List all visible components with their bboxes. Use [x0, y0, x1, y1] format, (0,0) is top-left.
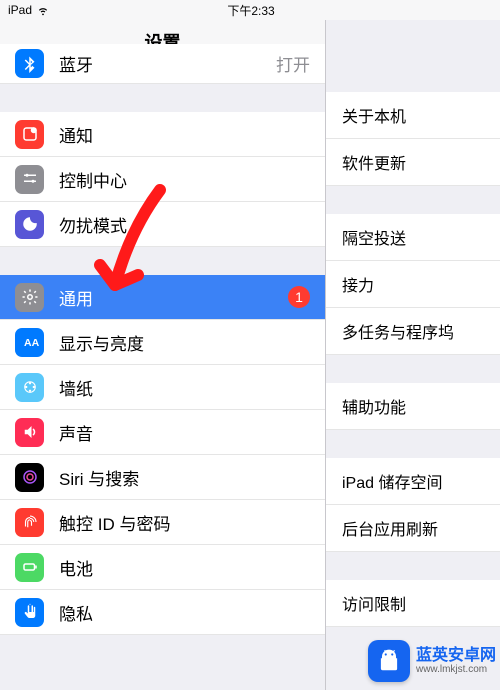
- detail-pane: 关于本机 软件更新 隔空投送 接力 多任务与程序坞 辅助功能 iPad 储存空间…: [326, 20, 500, 690]
- device-name: iPad: [8, 3, 32, 17]
- display-icon: AA: [15, 328, 44, 357]
- sidebar-item-notifications[interactable]: 通知: [0, 112, 325, 157]
- control-center-icon: [15, 165, 44, 194]
- row-value: 打开: [276, 51, 310, 76]
- sound-icon: [15, 418, 44, 447]
- row-label: 隐私: [59, 600, 310, 625]
- detail-item-about[interactable]: 关于本机: [326, 92, 500, 139]
- row-label: 墙纸: [59, 375, 310, 400]
- settings-sidebar: 设置 蓝牙 打开 通知 控制中心 勿扰模式: [0, 20, 326, 690]
- sidebar-item-privacy[interactable]: 隐私: [0, 590, 325, 635]
- row-label: 蓝牙: [59, 51, 261, 76]
- sidebar-item-control-center[interactable]: 控制中心: [0, 157, 325, 202]
- sidebar-item-general[interactable]: 通用 1: [0, 275, 325, 320]
- detail-item-background-refresh[interactable]: 后台应用刷新: [326, 505, 500, 552]
- detail-item-handoff[interactable]: 接力: [326, 261, 500, 308]
- hand-icon: [15, 598, 44, 627]
- status-bar: iPad 下午2:33: [0, 0, 500, 20]
- wifi-icon: [36, 3, 50, 17]
- row-label: 电池: [59, 555, 310, 580]
- svg-text:AA: AA: [24, 337, 39, 349]
- row-label: 声音: [59, 420, 310, 445]
- watermark-logo-icon: [368, 640, 410, 682]
- fingerprint-icon: [15, 508, 44, 537]
- row-label: 控制中心: [59, 167, 310, 192]
- notifications-icon: [15, 120, 44, 149]
- detail-item-restrictions[interactable]: 访问限制: [326, 580, 500, 627]
- sidebar-item-sound[interactable]: 声音: [0, 410, 325, 455]
- moon-icon: [15, 210, 44, 239]
- sidebar-item-wallpaper[interactable]: 墙纸: [0, 365, 325, 410]
- siri-icon: [15, 463, 44, 492]
- row-label: 触控 ID 与密码: [59, 510, 310, 535]
- detail-item-airdrop[interactable]: 隔空投送: [326, 214, 500, 261]
- watermark-url: www.lmkjst.com: [416, 664, 496, 675]
- detail-item-multitask[interactable]: 多任务与程序坞: [326, 308, 500, 355]
- sidebar-item-touchid[interactable]: 触控 ID 与密码: [0, 500, 325, 545]
- notification-badge: 1: [288, 286, 310, 308]
- detail-item-storage[interactable]: iPad 储存空间: [326, 458, 500, 505]
- detail-item-accessibility[interactable]: 辅助功能: [326, 383, 500, 430]
- clock: 下午2:33: [227, 2, 274, 19]
- gear-icon: [15, 283, 44, 312]
- wallpaper-icon: [15, 373, 44, 402]
- row-label: 通知: [59, 122, 310, 147]
- row-label: 勿扰模式: [59, 212, 310, 237]
- watermark: 蓝英安卓网 www.lmkjst.com: [368, 640, 496, 682]
- bluetooth-icon: [15, 49, 44, 78]
- row-label: Siri 与搜索: [59, 465, 310, 490]
- sidebar-item-battery[interactable]: 电池: [0, 545, 325, 590]
- sidebar-item-display[interactable]: AA 显示与亮度: [0, 320, 325, 365]
- row-label: 显示与亮度: [59, 330, 310, 355]
- watermark-title: 蓝英安卓网: [416, 647, 496, 665]
- detail-item-software-update[interactable]: 软件更新: [326, 139, 500, 186]
- battery-icon: [15, 553, 44, 582]
- sidebar-item-dnd[interactable]: 勿扰模式: [0, 202, 325, 247]
- sidebar-item-bluetooth[interactable]: 蓝牙 打开: [0, 44, 325, 84]
- sidebar-item-siri[interactable]: Siri 与搜索: [0, 455, 325, 500]
- row-label: 通用: [59, 285, 273, 310]
